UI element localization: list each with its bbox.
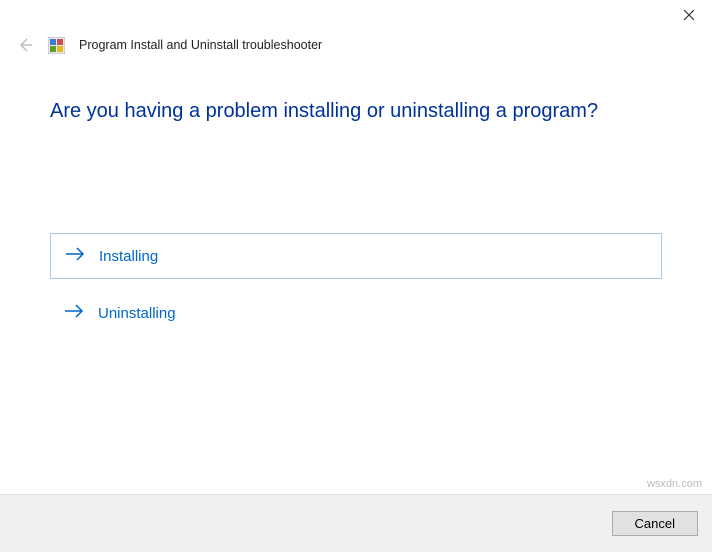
app-icon xyxy=(48,37,65,54)
footer: Cancel xyxy=(0,494,712,552)
header-title: Program Install and Uninstall troublesho… xyxy=(79,38,322,52)
watermark: wsxdn.com xyxy=(647,478,702,490)
back-button xyxy=(16,36,34,54)
main-heading: Are you having a problem installing or u… xyxy=(50,100,662,123)
option-label: Installing xyxy=(99,248,158,265)
cancel-button[interactable]: Cancel xyxy=(612,511,698,536)
arrow-right-icon xyxy=(64,303,84,323)
content-area: Are you having a problem installing or u… xyxy=(0,62,712,335)
arrow-right-icon xyxy=(65,246,85,266)
header-row: Program Install and Uninstall troublesho… xyxy=(0,30,712,62)
back-arrow-icon xyxy=(16,36,34,54)
option-installing[interactable]: Installing xyxy=(50,233,662,279)
titlebar xyxy=(0,0,712,30)
option-uninstalling[interactable]: Uninstalling xyxy=(50,291,662,335)
option-label: Uninstalling xyxy=(98,305,176,322)
close-icon xyxy=(683,9,695,21)
close-button[interactable] xyxy=(666,0,712,30)
